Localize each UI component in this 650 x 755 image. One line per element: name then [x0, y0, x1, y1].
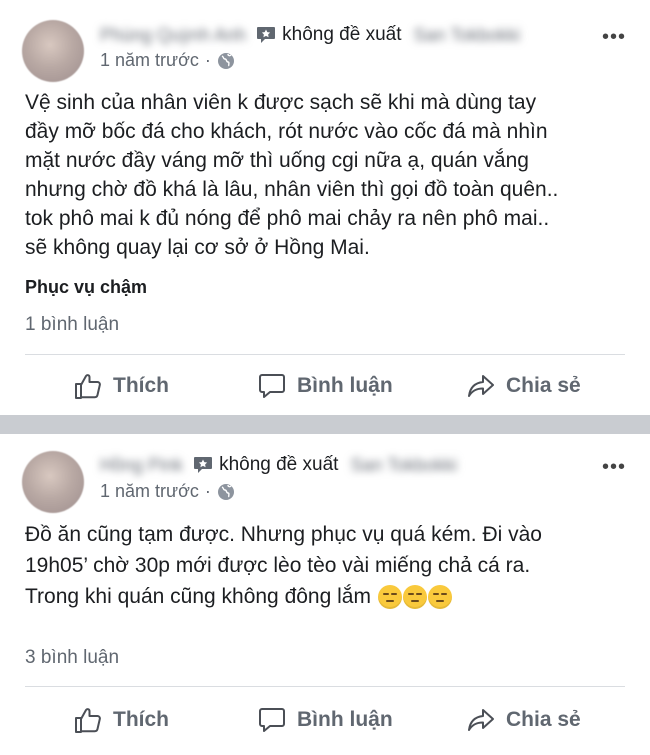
post-header: Phùng Quỳnh Anh không đề xuất San Tokbok… — [100, 24, 520, 46]
meta-separator: · — [204, 481, 211, 501]
recommendation-badge-icon — [193, 456, 213, 474]
action-bar: Thích Bình luận Chia sẻ — [0, 705, 650, 755]
avatar[interactable] — [22, 20, 84, 82]
recommendation-status: không đề xuất — [282, 24, 402, 45]
share-icon — [468, 375, 494, 397]
divider — [25, 354, 625, 355]
comment-count[interactable]: 1 bình luận — [25, 314, 119, 336]
author-name[interactable]: Hồng Pink — [100, 455, 183, 476]
review-text: Đồ ăn cũng tạm được. Nhưng phục vụ quá k… — [25, 519, 625, 612]
share-label: Chia sẻ — [506, 374, 581, 397]
page-name[interactable]: San Tokbokki — [414, 25, 521, 46]
emoji-group — [377, 585, 452, 610]
like-icon — [75, 708, 101, 733]
review-text-content: Đồ ăn cũng tạm được. Nhưng phục vụ quá k… — [25, 523, 542, 608]
page-name[interactable]: San Tokbokki — [350, 455, 457, 476]
post-meta: 1 năm trước · — [100, 50, 235, 71]
like-icon — [75, 374, 101, 399]
review-text: Vệ sinh của nhân viên k được sạch sẽ khi… — [25, 91, 559, 259]
recommendation-status: không đề xuất — [219, 454, 339, 475]
post-timestamp[interactable]: 1 năm trước — [100, 50, 199, 71]
comment-icon — [259, 708, 285, 732]
more-options-icon[interactable]: ••• — [602, 26, 626, 49]
comment-icon — [259, 374, 285, 398]
globe-icon — [217, 483, 235, 501]
comment-label: Bình luận — [297, 374, 393, 397]
recommendation-badge-icon — [256, 26, 276, 44]
share-icon — [468, 709, 494, 731]
avatar[interactable] — [22, 451, 84, 513]
comment-label: Bình luận — [297, 708, 393, 731]
like-label: Thích — [113, 374, 169, 397]
like-button[interactable]: Thích — [73, 705, 169, 735]
unamused-emoji-icon — [427, 585, 452, 610]
comment-count[interactable]: 3 bình luận — [25, 647, 119, 669]
post-meta: 1 năm trước · — [100, 481, 235, 502]
action-bar: Thích Bình luận Chia sẻ — [0, 371, 650, 421]
share-button[interactable]: Chia sẻ — [466, 705, 581, 735]
review-tag[interactable]: Phục vụ chậm — [25, 277, 147, 298]
unamused-emoji-icon — [402, 585, 427, 610]
globe-icon — [217, 52, 235, 70]
comment-button[interactable]: Bình luận — [257, 705, 393, 735]
more-options-icon[interactable]: ••• — [602, 456, 626, 479]
post-header: Hồng Pink không đề xuất San Tokbokki — [100, 454, 457, 476]
post-timestamp[interactable]: 1 năm trước — [100, 481, 199, 502]
meta-separator: · — [204, 50, 211, 70]
like-button[interactable]: Thích — [73, 371, 169, 401]
review-post: Hồng Pink không đề xuất San Tokbokki •••… — [0, 434, 650, 755]
divider — [25, 686, 625, 687]
review-post: Phùng Quỳnh Anh không đề xuất San Tokbok… — [0, 0, 650, 415]
share-button[interactable]: Chia sẻ — [466, 371, 581, 401]
author-name[interactable]: Phùng Quỳnh Anh — [100, 25, 246, 46]
share-label: Chia sẻ — [506, 708, 581, 731]
like-label: Thích — [113, 708, 169, 731]
unamused-emoji-icon — [377, 585, 402, 610]
comment-button[interactable]: Bình luận — [257, 371, 393, 401]
